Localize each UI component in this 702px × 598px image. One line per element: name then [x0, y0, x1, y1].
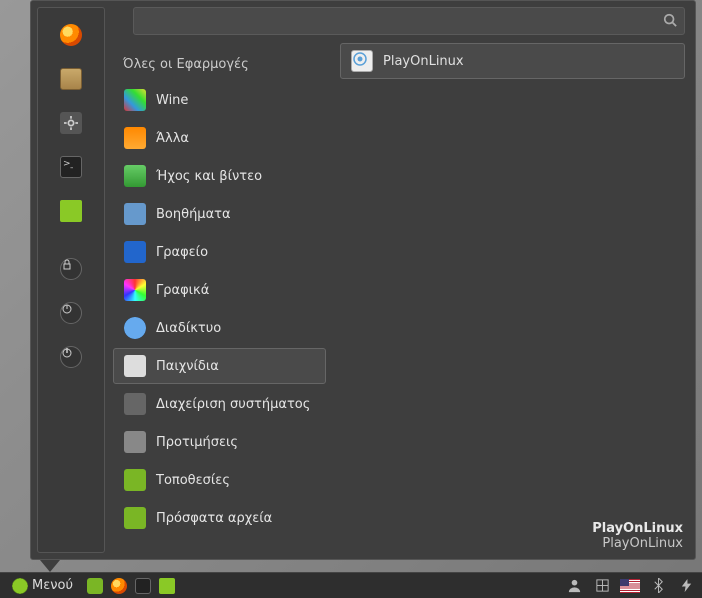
- category-places[interactable]: Τοποθεσίες: [113, 462, 326, 498]
- launcher-firefox[interactable]: [109, 576, 129, 596]
- mint-logo-icon: [12, 578, 28, 594]
- bluetooth-icon: [652, 578, 665, 593]
- category-accessories[interactable]: Βοηθήματα: [113, 196, 326, 232]
- category-label: Τοποθεσίες: [156, 473, 230, 488]
- favorites-column: >_: [37, 7, 105, 553]
- internet-icon: [124, 317, 146, 339]
- calc-icon: [124, 203, 146, 225]
- tray-power-manager[interactable]: [676, 576, 696, 596]
- categories-column: Όλες οι Εφαρμογές Wine Άλλα Ήχος και βίν…: [105, 1, 330, 559]
- session-lock[interactable]: [47, 250, 95, 288]
- wine-icon: [124, 89, 146, 111]
- session-shutdown[interactable]: [47, 338, 95, 376]
- office-icon: [124, 241, 146, 263]
- applications-column: PlayOnLinux PlayOnLinux PlayOnLinux: [330, 1, 695, 559]
- terminal-icon: [135, 578, 151, 594]
- flag-us-icon: [620, 579, 640, 593]
- app-playonlinux[interactable]: PlayOnLinux: [340, 43, 685, 79]
- package-icon: [60, 68, 82, 90]
- files-icon: [60, 200, 82, 222]
- category-office[interactable]: Γραφείο: [113, 234, 326, 270]
- sys-icon: [124, 393, 146, 415]
- session-logout[interactable]: [47, 294, 95, 332]
- category-preferences[interactable]: Προτιμήσεις: [113, 424, 326, 460]
- recent-icon: [124, 507, 146, 529]
- taskbar: Μενού: [0, 572, 702, 598]
- category-label: Wine: [156, 93, 188, 108]
- system-tray: [564, 576, 696, 596]
- firefox-icon: [111, 578, 127, 594]
- category-recent[interactable]: Πρόσφατα αρχεία: [113, 500, 326, 536]
- app-description-title: PlayOnLinux: [592, 521, 683, 536]
- power-icon: [60, 346, 82, 368]
- playonlinux-icon: [351, 50, 373, 72]
- category-label: Άλλα: [156, 131, 189, 146]
- category-games[interactable]: Παιχνίδια: [113, 348, 326, 384]
- category-label: Βοηθήματα: [156, 207, 231, 222]
- menu-button-label: Μενού: [32, 578, 73, 593]
- category-label: Διαδίκτυο: [156, 321, 221, 336]
- menu-pointer-arrow: [40, 560, 60, 572]
- graphics-icon: [124, 279, 146, 301]
- places-icon: [124, 469, 146, 491]
- category-label: Διαχείριση συστήματος: [156, 397, 310, 412]
- favorite-firefox[interactable]: [47, 16, 95, 54]
- app-description-subtitle: PlayOnLinux: [592, 536, 683, 551]
- user-icon: [567, 578, 582, 593]
- svg-text:>_: >_: [63, 159, 73, 169]
- menu-button[interactable]: Μενού: [6, 576, 79, 596]
- network-icon: [595, 578, 610, 593]
- tray-user[interactable]: [564, 576, 584, 596]
- power-mgr-icon: [679, 578, 694, 593]
- favorite-files[interactable]: [47, 192, 95, 230]
- tray-bluetooth[interactable]: [648, 576, 668, 596]
- category-label: Ήχος και βίντεο: [156, 169, 262, 184]
- tray-keyboard-layout[interactable]: [620, 576, 640, 596]
- favorite-terminal[interactable]: >_: [47, 148, 95, 186]
- category-label: Προτιμήσεις: [156, 435, 238, 450]
- logout-icon: [60, 302, 82, 324]
- games-icon: [124, 355, 146, 377]
- categories-header: Όλες οι Εφαρμογές: [113, 49, 326, 80]
- tray-network[interactable]: [592, 576, 612, 596]
- launcher-terminal[interactable]: [133, 576, 153, 596]
- taskbar-launchers: [85, 576, 177, 596]
- app-description: PlayOnLinux PlayOnLinux: [592, 521, 683, 551]
- category-label: Γραφικά: [156, 283, 209, 298]
- category-internet[interactable]: Διαδίκτυο: [113, 310, 326, 346]
- firefox-icon: [60, 24, 82, 46]
- category-other[interactable]: Άλλα: [113, 120, 326, 156]
- favorite-software-manager[interactable]: [47, 60, 95, 98]
- files-icon: [159, 578, 175, 594]
- show-desktop-icon: [87, 578, 103, 594]
- app-label: PlayOnLinux: [383, 54, 464, 69]
- category-label: Πρόσφατα αρχεία: [156, 511, 272, 526]
- category-system[interactable]: Διαχείριση συστήματος: [113, 386, 326, 422]
- category-wine[interactable]: Wine: [113, 82, 326, 118]
- favorite-settings[interactable]: [47, 104, 95, 142]
- category-graphics[interactable]: Γραφικά: [113, 272, 326, 308]
- category-label: Γραφείο: [156, 245, 208, 260]
- launcher-show-desktop[interactable]: [85, 576, 105, 596]
- prefs-icon: [124, 431, 146, 453]
- gear-icon: [60, 112, 82, 134]
- category-label: Παιχνίδια: [156, 359, 219, 374]
- launcher-files[interactable]: [157, 576, 177, 596]
- terminal-icon: >_: [60, 156, 82, 178]
- lock-icon: [60, 258, 82, 280]
- application-menu-popup: >_ Όλες οι Εφαρμογές Wine Άλλα Ήχος και …: [30, 0, 696, 560]
- media-icon: [124, 165, 146, 187]
- other-icon: [124, 127, 146, 149]
- category-media[interactable]: Ήχος και βίντεο: [113, 158, 326, 194]
